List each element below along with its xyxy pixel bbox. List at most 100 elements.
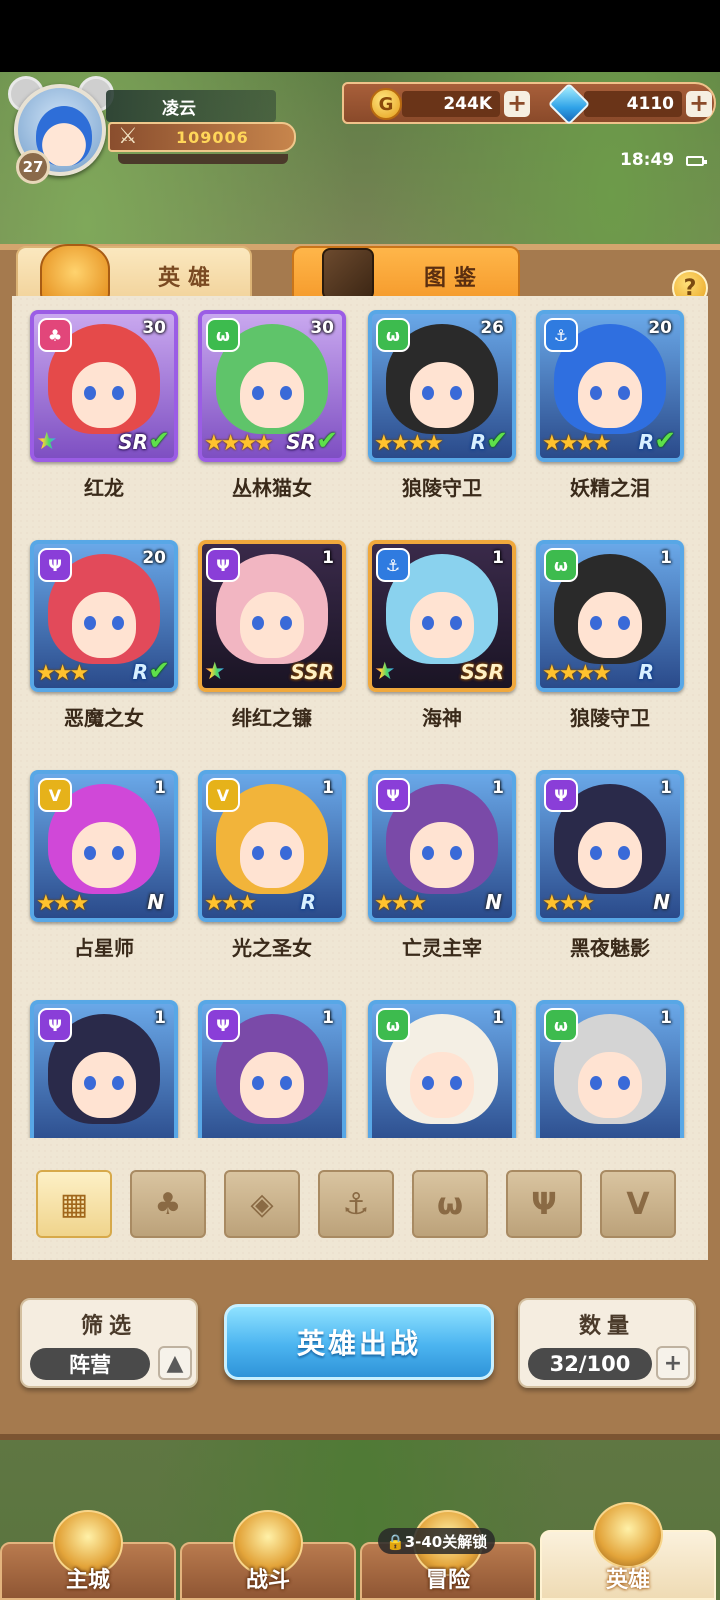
- hero-card[interactable]: ω 26 ★★★★ R ✔: [368, 310, 516, 462]
- hero-level: 1: [154, 1008, 166, 1028]
- hero-stars: ★★★★: [204, 431, 274, 456]
- hero-name: 狼陵守卫: [570, 706, 650, 730]
- all-grid-icon[interactable]: ▦: [36, 1170, 112, 1238]
- beast-faction-icon: ω: [544, 548, 578, 582]
- hero-rarity-badge: R: [638, 430, 654, 454]
- hero-portrait: ω1: [368, 1000, 516, 1138]
- hero-level: 1: [154, 778, 166, 798]
- hero-name: 亡灵主宰: [402, 936, 482, 960]
- player-avatar[interactable]: 27: [6, 76, 116, 186]
- hero-portrait: Ψ 20 ★★★ R ✔: [30, 540, 178, 692]
- checkmark-icon: ✔: [148, 426, 170, 456]
- hero-rarity-badge: N: [653, 890, 670, 914]
- anchor-faction-icon[interactable]: ⚓: [318, 1170, 394, 1238]
- hero-name: 妖精之泪: [570, 476, 650, 500]
- bottom-nav: 主城 战斗 冒险 🔒3-40关解锁 英雄: [0, 1500, 720, 1600]
- add-gems-button[interactable]: +: [686, 91, 712, 117]
- rainbow-star-icon: ★: [374, 658, 400, 684]
- hero-rarity-badge: R: [132, 660, 148, 684]
- count-value: 32/100: [528, 1348, 652, 1380]
- nature-faction-icon[interactable]: ♣: [130, 1170, 206, 1238]
- hero-card[interactable]: Ψ 1 ★★★ N: [368, 770, 516, 922]
- hero-card[interactable]: ω 30 ★★★★ SR ✔: [198, 310, 346, 462]
- nav-main-city[interactable]: 主城: [0, 1510, 176, 1600]
- hero-card[interactable]: Ψ 1 ★ SSR: [198, 540, 346, 692]
- demon-faction-icon: Ψ: [206, 1008, 240, 1042]
- diamond-gem-icon: [547, 82, 591, 126]
- faction-filter-row: ▦ ♣ ◈ ⚓ ω Ψ V: [36, 1170, 688, 1242]
- hero-rarity-badge: N: [485, 890, 502, 914]
- hero-name: 黑夜魅影: [570, 936, 650, 960]
- tab-heroes-label: 英雄: [158, 266, 219, 291]
- hero-level: 1: [660, 778, 672, 798]
- device-status-bar: [0, 0, 720, 72]
- hero-level: 30: [310, 318, 334, 338]
- heroes-icon: [593, 1502, 663, 1568]
- tab-atlas-label: 图鉴: [424, 266, 485, 291]
- demon-faction-icon: Ψ: [544, 778, 578, 812]
- nav-heroes[interactable]: 英雄: [540, 1502, 716, 1600]
- hero-card[interactable]: ω 1 ★★★★ R: [536, 540, 684, 692]
- beast-faction-icon: ω: [206, 318, 240, 352]
- hero-portrait: ω 30 ★★★★ SR ✔: [198, 310, 346, 462]
- light-faction-icon[interactable]: V: [600, 1170, 676, 1238]
- deploy-heroes-button[interactable]: 英雄出战: [224, 1304, 494, 1380]
- gold-coin-icon: G: [370, 88, 402, 120]
- clock-time: 18:49: [620, 150, 675, 170]
- hero-portrait: Ψ 1 ★★★ N: [368, 770, 516, 922]
- hero-stars: ★★★★: [542, 661, 612, 686]
- nature-faction-icon: ♣: [38, 318, 72, 352]
- hero-card[interactable]: ♣ 30 ★ SR ✔: [30, 310, 178, 462]
- demon-faction-icon: Ψ: [206, 548, 240, 582]
- nav-adventure[interactable]: 冒险 🔒3-40关解锁: [360, 1510, 536, 1600]
- hero-card[interactable]: ⚓ 20 ★★★★ R ✔: [536, 310, 684, 462]
- hero-card[interactable]: Ψ1: [30, 1000, 178, 1138]
- hero-grid[interactable]: ♣ 30 ★ SR ✔ 红龙 ω 30 ★★★★ SR ✔ 丛林猫女 ω 26 ★★★★ R ✔ 狼陵守卫 ⚓ 20 ★…: [12, 302, 708, 1138]
- hero-card[interactable]: Ψ1: [198, 1000, 346, 1138]
- filter-expand-button[interactable]: ▲: [158, 1346, 192, 1380]
- hero-count-box: 数量 32/100 +: [518, 1298, 696, 1388]
- demon-faction-icon: Ψ: [38, 548, 72, 582]
- hero-portrait: Ψ 1 ★★★ N: [536, 770, 684, 922]
- tab-atlas[interactable]: 图鉴: [292, 246, 520, 302]
- hero-level: 1: [660, 548, 672, 568]
- nav-battle[interactable]: 战斗: [180, 1510, 356, 1600]
- rainbow-star-icon: ★: [204, 658, 230, 684]
- demon-faction-icon[interactable]: Ψ: [506, 1170, 582, 1238]
- hero-level: 1: [492, 1008, 504, 1028]
- beast-faction-icon[interactable]: ω: [412, 1170, 488, 1238]
- hero-card[interactable]: Ψ 1 ★★★ N: [536, 770, 684, 922]
- hero-card[interactable]: ω1: [368, 1000, 516, 1138]
- nav-label: 战斗: [245, 1568, 290, 1593]
- hero-stars: ★★★: [374, 891, 427, 916]
- hero-portrait: Ψ 1 ★ SSR: [198, 540, 346, 692]
- hero-card[interactable]: V 1 ★★★ R: [198, 770, 346, 922]
- nav-label: 主城: [65, 1568, 110, 1593]
- tab-heroes[interactable]: 英雄: [16, 244, 252, 306]
- filter-value[interactable]: 阵营: [30, 1348, 150, 1380]
- gold-counter: G 244K +: [370, 88, 530, 120]
- power-plate-shadow: [118, 154, 288, 164]
- hero-level: 1: [322, 1008, 334, 1028]
- filter-title: 筛选: [80, 1314, 137, 1339]
- hero-name: 恶魔之女: [64, 706, 144, 730]
- hero-level: 1: [492, 778, 504, 798]
- hero-rarity-badge: SSR: [460, 660, 505, 684]
- hero-name: 海神: [422, 706, 462, 730]
- hero-name: 狼陵守卫: [402, 476, 482, 500]
- hero-card[interactable]: ω1: [536, 1000, 684, 1138]
- beast-faction-icon: ω: [376, 318, 410, 352]
- unlock-requirement-tag: 🔒3-40关解锁: [378, 1528, 496, 1554]
- hero-stars: ★★★: [36, 661, 89, 686]
- hero-card[interactable]: V 1 ★★★ N: [30, 770, 178, 922]
- hero-card[interactable]: ⚓ 1 ★ SSR: [368, 540, 516, 692]
- combat-power-value: 109006: [176, 127, 249, 147]
- hero-stars: ★★★★: [542, 431, 612, 456]
- checkmark-icon: ✔: [316, 426, 338, 456]
- hero-portrait: Ψ1: [198, 1000, 346, 1138]
- hero-level: 30: [142, 318, 166, 338]
- add-gold-button[interactable]: +: [504, 91, 530, 117]
- expand-capacity-button[interactable]: +: [656, 1346, 690, 1380]
- hero-card[interactable]: Ψ 20 ★★★ R ✔: [30, 540, 178, 692]
- diamond-faction-icon[interactable]: ◈: [224, 1170, 300, 1238]
